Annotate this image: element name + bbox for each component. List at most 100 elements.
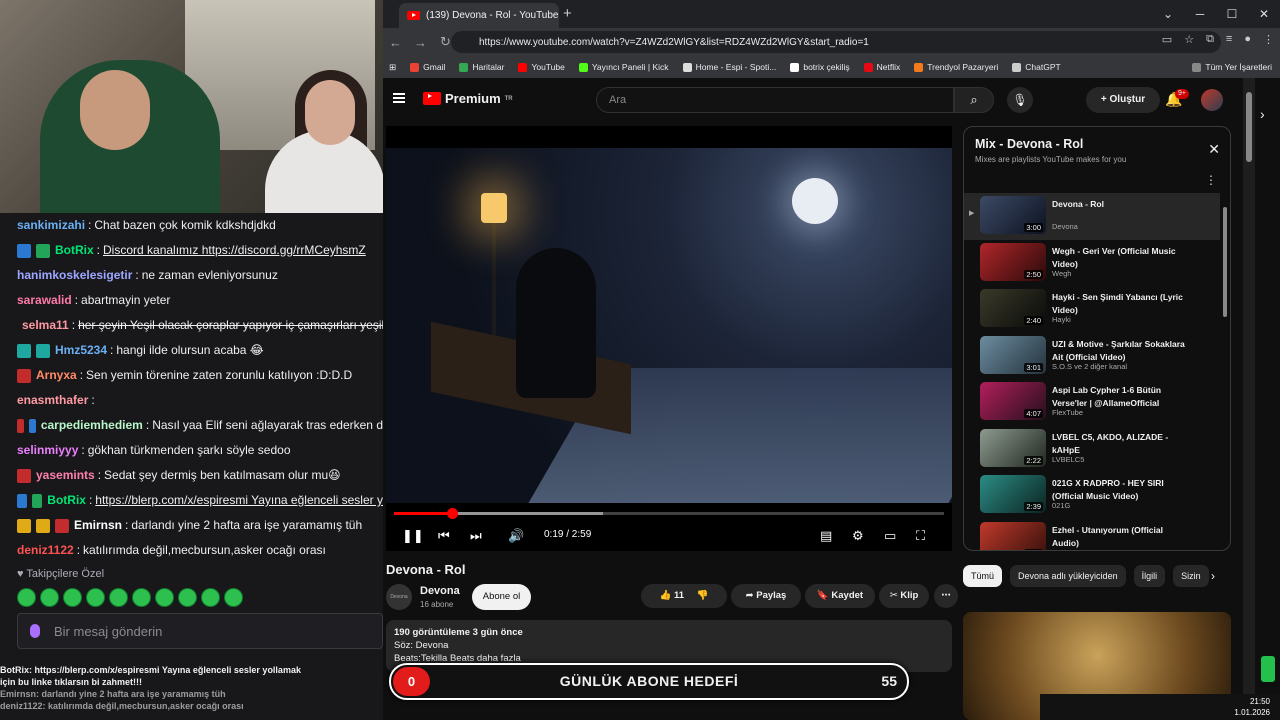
account-avatar[interactable] <box>1201 89 1223 111</box>
mix-item-title[interactable]: 021G X RADPRO - HEY SIRI (Official Music… <box>1052 477 1190 503</box>
fullscreen-icon[interactable]: ⛶ <box>916 528 925 544</box>
emote-icon[interactable] <box>224 588 243 607</box>
minimize-icon[interactable]: ─ <box>1184 0 1216 28</box>
mic-icon[interactable] <box>30 624 40 638</box>
back-icon[interactable]: ← <box>383 35 408 50</box>
emote-icon[interactable] <box>155 588 174 607</box>
emote-icon[interactable] <box>63 588 82 607</box>
emote-icon[interactable] <box>40 588 59 607</box>
create-button[interactable]: + Oluştur <box>1086 87 1160 113</box>
cast-icon[interactable]: ▭ <box>1162 33 1172 46</box>
search-input[interactable]: Ara <box>596 87 954 113</box>
emote-icon[interactable] <box>132 588 151 607</box>
mix-item[interactable]: ▶ 3:00 Devona - Rol Devona <box>964 193 1220 240</box>
mix-item-thumbnail[interactable]: 2:59 <box>980 521 1046 550</box>
video-frame[interactable] <box>386 148 952 503</box>
mix-item[interactable]: 4:07 Aspi Lab Cypher 1-6 Bütün Verse'ler … <box>964 379 1220 426</box>
bookmark-item[interactable]: Gmail <box>410 62 445 72</box>
scrubber-handle[interactable] <box>447 508 459 519</box>
filter-chip[interactable]: Tümü <box>963 565 1003 587</box>
all-bookmarks[interactable]: Tüm Yer İşaretleri <box>1192 62 1272 72</box>
chat-username[interactable]: BotRix <box>47 488 86 513</box>
mix-item[interactable]: 2:39 021G X RADPRO - HEY SIRI (Official M… <box>964 472 1220 519</box>
mix-item-thumbnail[interactable]: 3:01 <box>980 335 1046 374</box>
channel-name[interactable]: Devona <box>420 585 460 597</box>
forward-icon[interactable]: → <box>408 35 433 50</box>
filter-chip[interactable]: İlgili <box>1133 565 1166 587</box>
bookmark-item[interactable]: Netflix <box>863 62 900 72</box>
mix-item-title[interactable]: UZI & Motive - Şarkılar Sokaklara Ait (O… <box>1052 338 1190 364</box>
mix-item-thumbnail[interactable]: 3:00 <box>980 196 1046 234</box>
subscribe-button[interactable]: Abone ol <box>472 584 531 610</box>
more-options-icon[interactable]: ⋮ <box>1205 173 1217 187</box>
mix-item-title[interactable]: LVBEL C5, AKDO, ALIZADE - kAHpE <box>1052 431 1190 457</box>
close-window-icon[interactable]: ✕ <box>1248 0 1280 28</box>
close-icon[interactable]: ✕ <box>1208 141 1220 158</box>
mix-item[interactable]: 2:50 Wegh - Geri Ver (Official Music Vide… <box>964 240 1220 287</box>
chat-message-input[interactable]: Bir mesaj gönderin <box>17 613 383 649</box>
apps-icon[interactable]: ⊞ <box>389 62 396 73</box>
url-field[interactable]: https://www.youtube.com/watch?v=Z4WZd2Wl… <box>451 31 1221 53</box>
bookmark-item[interactable]: YouTube <box>518 62 565 72</box>
chat-username[interactable]: enasmthafer <box>17 388 88 413</box>
chat-username[interactable]: sankimizahi <box>17 213 85 238</box>
search-button[interactable]: ⌕ <box>954 87 994 113</box>
mix-item-thumbnail[interactable]: 2:40 <box>980 289 1046 327</box>
clip-button[interactable]: ✂ Klip <box>879 584 929 608</box>
chat-username[interactable]: sarawalid <box>17 288 72 313</box>
progress-bar[interactable] <box>394 508 944 519</box>
mix-item-thumbnail[interactable]: 4:07 <box>980 382 1046 420</box>
chevron-down-icon[interactable]: ⌄ <box>1152 0 1184 28</box>
bookmark-item[interactable]: Haritalar <box>459 62 504 72</box>
chat-username[interactable]: hanimkoskelesigetir <box>17 263 132 288</box>
filter-chip[interactable]: Devona adlı yükleyiciden <box>1010 565 1126 587</box>
chat-username[interactable]: carpediemhediem <box>41 413 143 438</box>
bookmark-item[interactable]: ChatGPT <box>1012 62 1061 72</box>
mix-item[interactable]: 3:01 UZI & Motive - Şarkılar Sokaklara Ai… <box>964 333 1220 380</box>
mix-item-title[interactable]: Hayki - Sen Şimdi Yabancı (Lyric Video) <box>1052 291 1190 317</box>
chat-username[interactable]: yasemints <box>36 463 95 488</box>
chat-username[interactable]: deniz1122 <box>17 538 74 563</box>
chevron-right-icon[interactable]: › <box>1211 569 1215 583</box>
emote-icon[interactable] <box>109 588 128 607</box>
extensions-icon[interactable]: ⧉ <box>1206 33 1214 46</box>
previous-icon[interactable]: ⏮ <box>438 528 450 544</box>
bookmark-item[interactable]: botrix çekiliş <box>790 62 850 72</box>
pause-icon[interactable]: ❚❚ <box>402 528 424 544</box>
dislike-button[interactable]: 👎 <box>697 590 709 601</box>
hamburger-menu-icon[interactable] <box>393 93 405 103</box>
emote-icon[interactable] <box>86 588 105 607</box>
page-scrollbar[interactable] <box>1243 78 1255 720</box>
mix-item-thumbnail[interactable]: 2:39 <box>980 475 1046 513</box>
mix-title[interactable]: Mix - Devona - Rol <box>975 137 1126 151</box>
chat-username[interactable]: selma11 <box>22 313 69 338</box>
chat-username[interactable]: BotRix <box>55 238 94 263</box>
more-actions-button[interactable]: ⋯ <box>934 584 958 608</box>
volume-icon[interactable]: 🔊 <box>508 528 524 544</box>
chevron-right-icon[interactable]: › <box>1260 106 1265 122</box>
menu-icon[interactable]: ⋮ <box>1263 33 1274 46</box>
bookmark-item[interactable]: Yayıncı Paneli | Kick <box>578 62 669 72</box>
share-button[interactable]: ➦ Paylaş <box>731 584 801 608</box>
chat-text[interactable]: https://blerp.com/x/espiresmi Yayına eğl… <box>95 488 383 513</box>
green-widget[interactable] <box>1261 656 1275 682</box>
star-icon[interactable]: ☆ <box>1184 33 1194 46</box>
save-button[interactable]: 🔖 Kaydet <box>805 584 875 608</box>
new-tab-icon[interactable]: + <box>563 5 572 22</box>
emote-icon[interactable] <box>201 588 220 607</box>
next-icon[interactable]: ⏭ <box>470 528 482 544</box>
theater-mode-icon[interactable]: ▭ <box>884 528 896 544</box>
youtube-premium-logo[interactable]: Premium TR <box>423 91 513 106</box>
emote-icon[interactable] <box>178 588 197 607</box>
mix-item-title[interactable]: Devona - Rol <box>1052 198 1190 211</box>
tab-youtube[interactable]: (139) Devona - Rol - YouTube ✕ <box>399 3 559 28</box>
emote-bar[interactable] <box>17 588 243 607</box>
media-icon[interactable]: ≡ <box>1226 33 1232 46</box>
video-player[interactable]: ❚❚ ⏮ ⏭ 🔊 0:19 / 2:59 ▤ ⚙ ▭ ⛶ <box>386 126 952 551</box>
bookmark-item[interactable]: Trendyol Pazaryeri <box>914 62 998 72</box>
profile-icon[interactable]: ● <box>1244 33 1251 46</box>
channel-avatar[interactable]: Devona <box>386 584 412 610</box>
mix-scrollbar[interactable] <box>1223 207 1227 317</box>
mix-item-thumbnail[interactable]: 2:50 <box>980 242 1046 281</box>
chat-text[interactable]: Discord kanalımız https://discord.gg/rrM… <box>103 238 366 263</box>
